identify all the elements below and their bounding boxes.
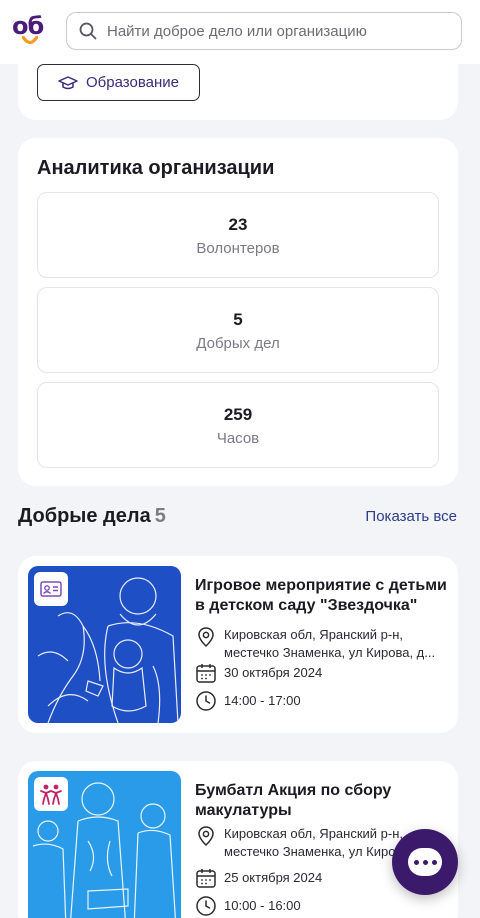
logo-smile-icon	[22, 36, 38, 45]
deed-badge	[34, 777, 68, 811]
deed-title: Бумбатл Акция по сбору макулатуры	[195, 782, 392, 819]
deeds-section-title: Добрые дела 5	[18, 505, 166, 528]
location-pin-icon	[198, 826, 214, 847]
chat-button[interactable]	[392, 829, 458, 895]
header: об	[0, 0, 480, 64]
deed-badge	[34, 572, 68, 606]
stat-value: 23	[228, 215, 248, 234]
deed-card[interactable]: Бумбатл Акция по сбору макулатуры Кировс…	[18, 761, 458, 918]
stat-value: 259	[223, 405, 253, 424]
show-all-link[interactable]: Показать все	[365, 508, 457, 525]
chat-icon	[408, 848, 442, 876]
deed-time: 14:00 - 17:00	[224, 693, 301, 708]
clock-icon	[196, 691, 216, 711]
deed-address: Кировская обл, Яранский р-н, местечко Зн…	[224, 627, 436, 660]
deed-time: 10:00 - 16:00	[224, 898, 301, 913]
category-label: Образование	[86, 74, 179, 91]
deed-date-row: 30 октября 2024	[195, 662, 450, 684]
deed-address-row: Кировская обл, Яранский р-н, местечко Зн…	[195, 626, 450, 662]
deed-image	[28, 771, 181, 918]
stat-hours: 259 Часов	[37, 382, 439, 468]
stat-label: Волонтеров	[196, 240, 280, 257]
search-icon	[79, 22, 97, 40]
clock-icon	[196, 896, 216, 916]
deed-time-row: 14:00 - 17:00	[195, 690, 450, 712]
category-education-button[interactable]: Образование	[37, 64, 200, 101]
deed-card[interactable]: Игровое мероприятие с детьми в детском с…	[18, 556, 458, 733]
deeds-title: Добрые дела	[18, 505, 151, 527]
deed-time-row: 10:00 - 16:00	[195, 895, 450, 917]
graduation-cap-icon	[58, 75, 78, 89]
logo[interactable]: об	[12, 12, 50, 48]
deed-date: 25 октября 2024	[224, 870, 323, 885]
calendar-icon	[196, 664, 216, 683]
search-input[interactable]	[107, 22, 437, 40]
search-box[interactable]	[66, 12, 462, 50]
calendar-icon	[196, 869, 216, 888]
analytics-title: Аналитика организации	[37, 157, 275, 179]
stat-good-deeds: 5 Добрых дел	[37, 287, 439, 373]
location-pin-icon	[198, 627, 214, 648]
deed-date: 30 октября 2024	[224, 665, 323, 680]
people-icon	[40, 784, 62, 805]
stat-label: Часов	[216, 430, 260, 447]
stat-volunteers: 23 Волонтеров	[37, 192, 439, 278]
deeds-count: 5	[154, 505, 166, 527]
deed-image	[28, 566, 181, 723]
stat-label: Добрых дел	[196, 335, 280, 352]
id-card-icon	[40, 581, 62, 597]
analytics-card: Аналитика организации 23 Волонтеров 5 До…	[18, 138, 458, 486]
stat-value: 5	[233, 310, 243, 329]
deed-title: Игровое мероприятие с детьми в детском с…	[195, 577, 447, 614]
